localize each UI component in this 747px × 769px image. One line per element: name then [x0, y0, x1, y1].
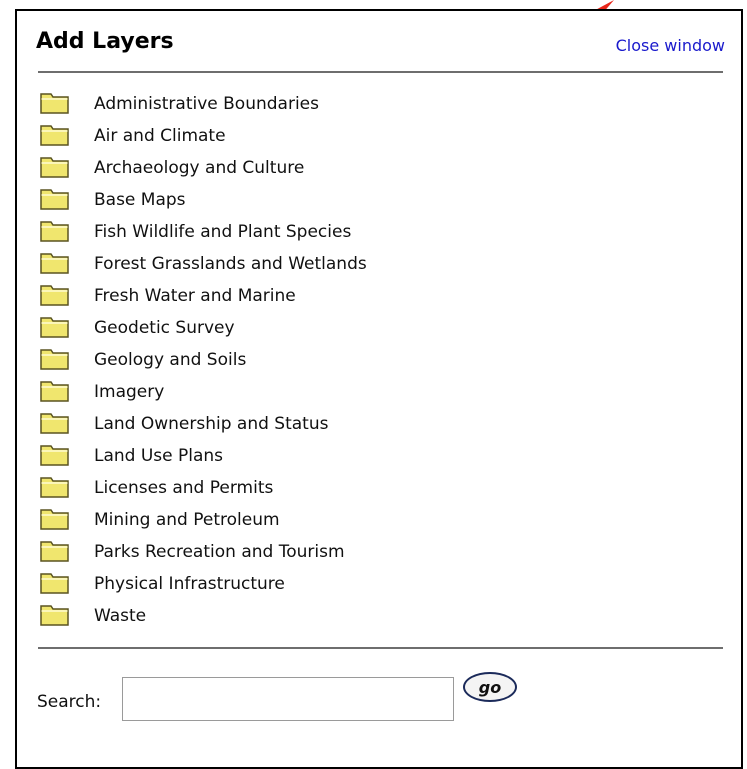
folder-icon: [40, 605, 69, 626]
layer-label: Forest Grasslands and Wetlands: [94, 254, 367, 274]
layer-label: Mining and Petroleum: [94, 510, 280, 530]
layer-label: Base Maps: [94, 190, 186, 210]
list-item[interactable]: Waste: [40, 600, 367, 632]
folder-icon: [40, 221, 69, 242]
footer-divider: [38, 647, 723, 649]
list-item[interactable]: Physical Infrastructure: [40, 568, 367, 600]
folder-icon: [40, 541, 69, 562]
list-item[interactable]: Air and Climate: [40, 120, 367, 152]
folder-icon: [40, 157, 69, 178]
layer-label: Licenses and Permits: [94, 478, 274, 498]
layer-label: Physical Infrastructure: [94, 574, 285, 594]
go-button[interactable]: go: [463, 672, 517, 702]
layer-label: Fresh Water and Marine: [94, 286, 296, 306]
folder-icon: [40, 317, 69, 338]
list-item[interactable]: Land Use Plans: [40, 440, 367, 472]
list-item[interactable]: Forest Grasslands and Wetlands: [40, 248, 367, 280]
folder-icon: [40, 413, 69, 434]
layer-label: Geology and Soils: [94, 350, 247, 370]
close-window-link[interactable]: Close window: [616, 36, 725, 55]
folder-icon: [40, 93, 69, 114]
layer-label: Administrative Boundaries: [94, 94, 319, 114]
layer-category-list: Administrative Boundaries Air and Climat…: [40, 88, 367, 632]
list-item[interactable]: Imagery: [40, 376, 367, 408]
search-input[interactable]: [122, 677, 454, 721]
layer-label: Geodetic Survey: [94, 318, 235, 338]
list-item[interactable]: Licenses and Permits: [40, 472, 367, 504]
list-item[interactable]: Land Ownership and Status: [40, 408, 367, 440]
folder-icon: [40, 381, 69, 402]
folder-icon: [40, 125, 69, 146]
list-item[interactable]: Parks Recreation and Tourism: [40, 536, 367, 568]
window-title: Add Layers: [36, 29, 174, 54]
layer-label: Waste: [94, 606, 147, 626]
layer-label: Air and Climate: [94, 126, 226, 146]
layer-label: Parks Recreation and Tourism: [94, 542, 345, 562]
header-divider: [38, 71, 723, 73]
folder-icon: [40, 509, 69, 530]
list-item[interactable]: Geology and Soils: [40, 344, 367, 376]
layer-label: Fish Wildlife and Plant Species: [94, 222, 352, 242]
list-item[interactable]: Administrative Boundaries: [40, 88, 367, 120]
folder-icon: [40, 445, 69, 466]
list-item[interactable]: Geodetic Survey: [40, 312, 367, 344]
folder-icon: [40, 573, 69, 594]
folder-icon: [40, 253, 69, 274]
folder-icon: [40, 477, 69, 498]
folder-icon: [40, 349, 69, 370]
folder-icon: [40, 189, 69, 210]
layer-label: Archaeology and Culture: [94, 158, 305, 178]
list-item[interactable]: Fish Wildlife and Plant Species: [40, 216, 367, 248]
list-item[interactable]: Fresh Water and Marine: [40, 280, 367, 312]
layer-label: Land Use Plans: [94, 446, 224, 466]
layer-label: Imagery: [94, 382, 165, 402]
layer-label: Land Ownership and Status: [94, 414, 329, 434]
folder-icon: [40, 285, 69, 306]
list-item[interactable]: Mining and Petroleum: [40, 504, 367, 536]
list-item[interactable]: Base Maps: [40, 184, 367, 216]
list-item[interactable]: Archaeology and Culture: [40, 152, 367, 184]
search-label: Search:: [37, 692, 102, 712]
